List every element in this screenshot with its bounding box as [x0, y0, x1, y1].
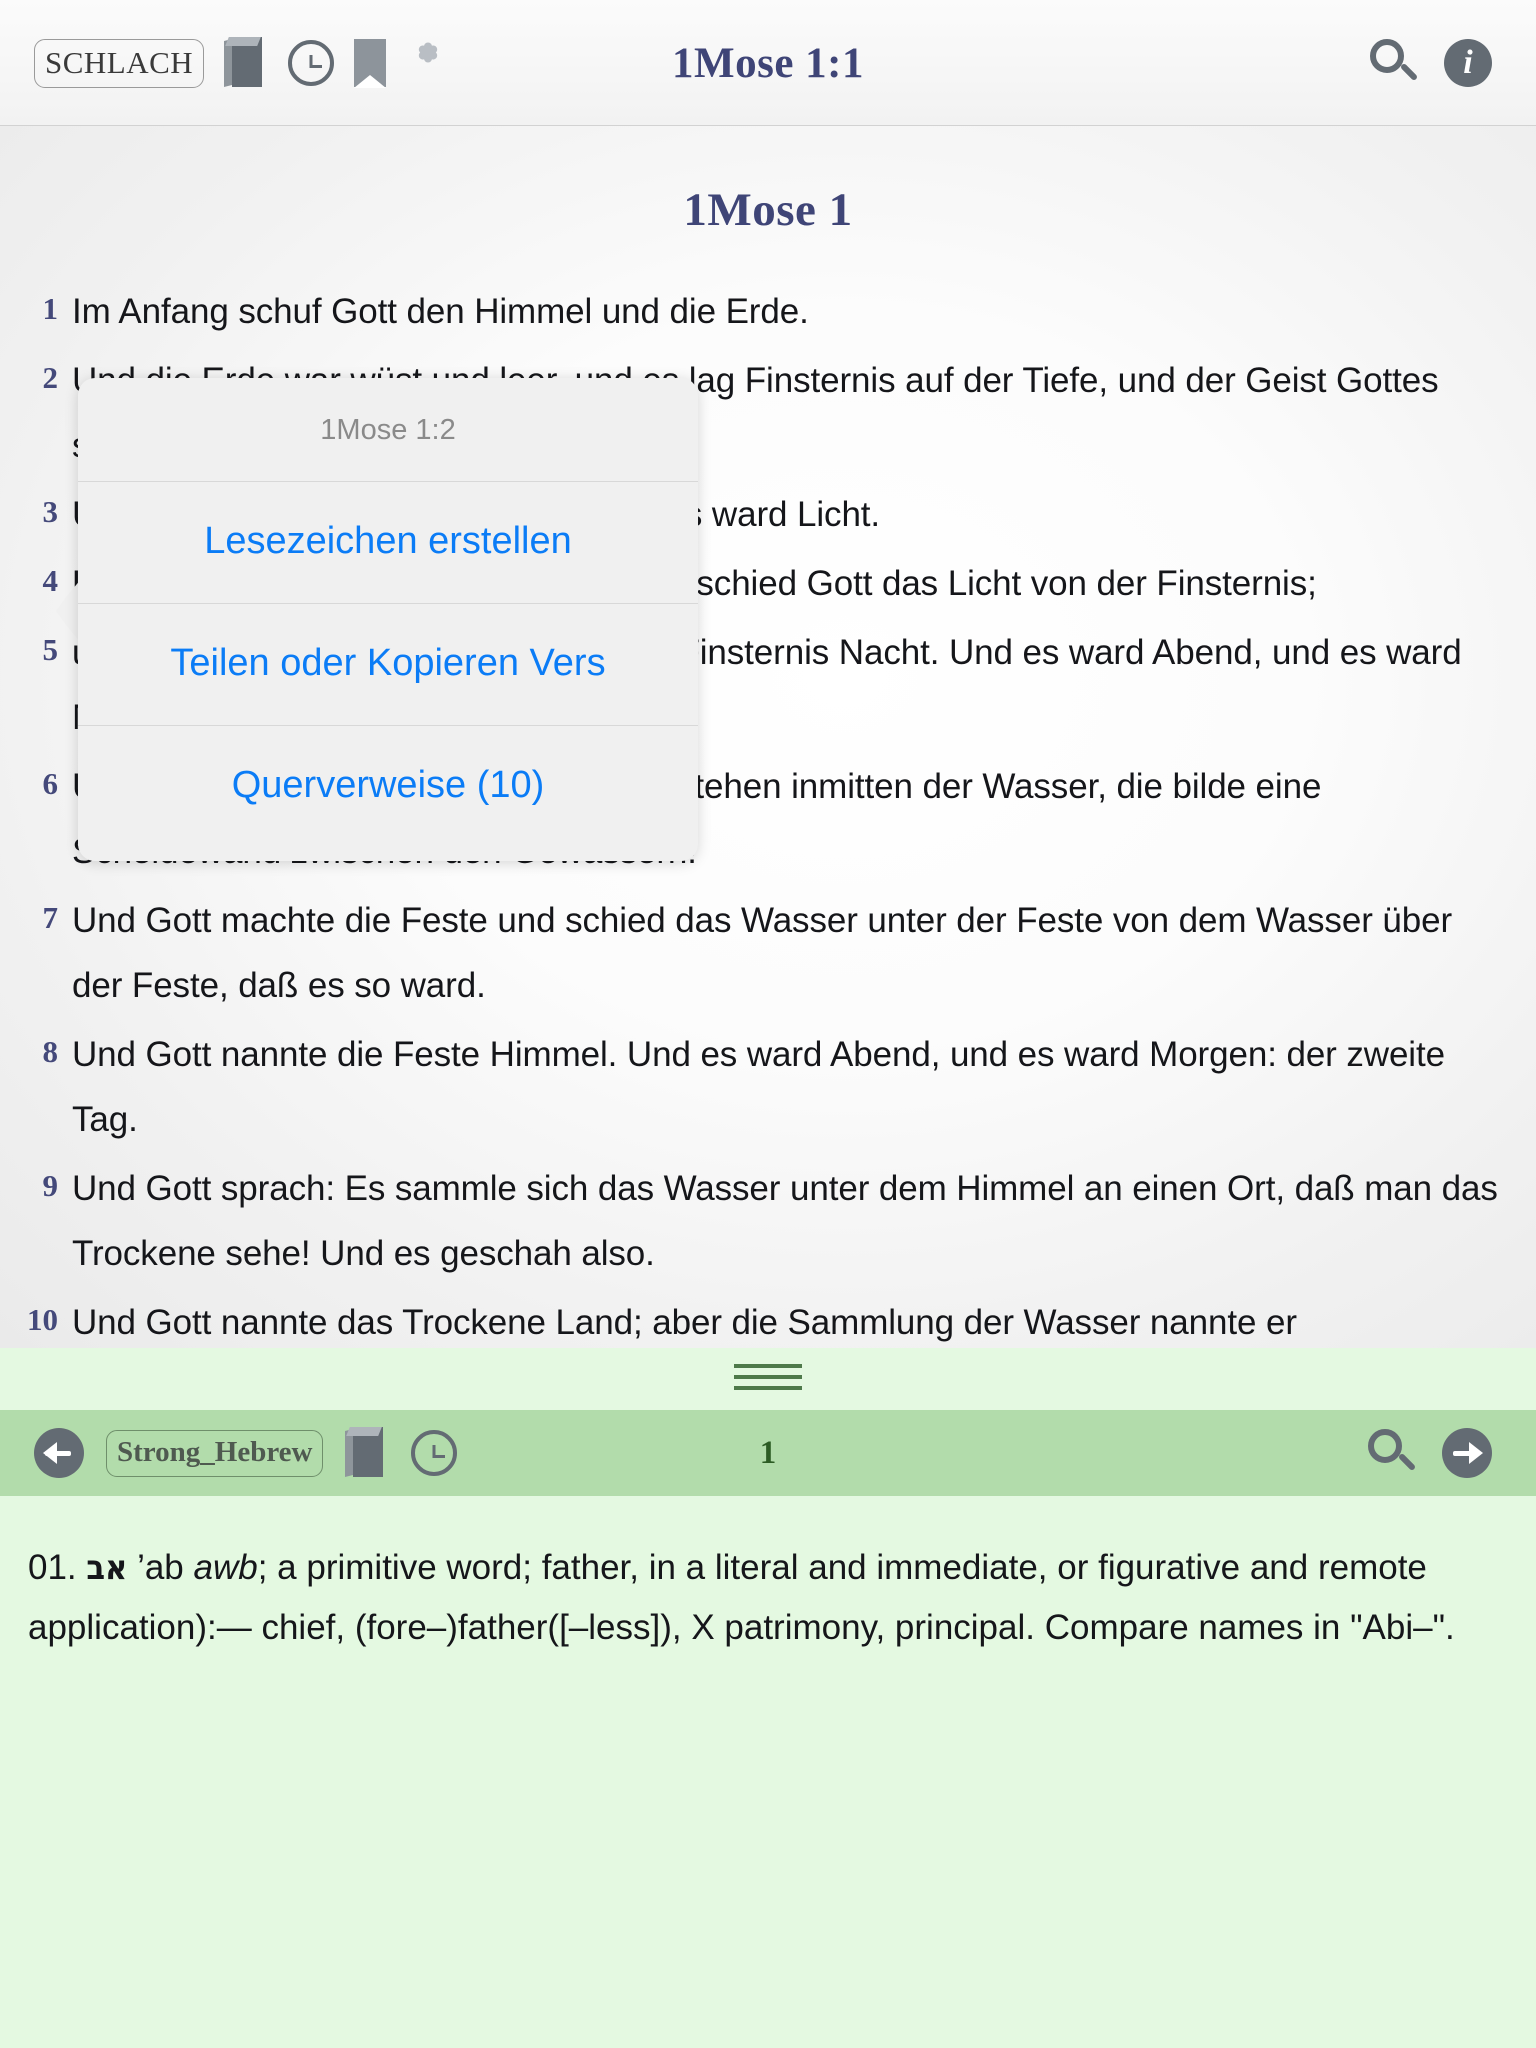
verse-text[interactable]: Und Gott machte die Feste und schied das…: [72, 888, 1510, 1018]
dictionary-module-button[interactable]: Strong_Hebrew: [106, 1429, 324, 1477]
dictionary-pane: Strong_Hebrew 1 01. אב ’ab awb; a primit…: [0, 1410, 1536, 2048]
bible-reading-pane[interactable]: 1Mose 1 1 Im Anfang schuf Gott den Himme…: [0, 126, 1536, 1348]
verse-row[interactable]: 10 Und Gott nannte das Trockene Land; ab…: [0, 1290, 1510, 1348]
chapter-title: 1Mose 1: [683, 184, 853, 236]
verse-row[interactable]: 1 Im Anfang schuf Gott den Himmel und di…: [0, 279, 1510, 344]
bookmark-icon[interactable]: [354, 39, 387, 88]
top-toolbar: SCHLACH 1Mose 1:1 i: [0, 0, 1536, 126]
dictionary-toolbar: Strong_Hebrew 1: [0, 1410, 1536, 1496]
entry-transliteration: ’ab: [137, 1548, 184, 1587]
verse-number[interactable]: 10: [0, 1290, 72, 1338]
bible-version-button[interactable]: SCHLACH: [34, 38, 205, 88]
top-toolbar-left-group: SCHLACH: [34, 0, 450, 126]
verse-text[interactable]: Und Gott nannte das Trockene Land; aber …: [72, 1290, 1510, 1348]
back-arrow-icon[interactable]: [34, 1428, 84, 1478]
entry-pronunciation: awb: [193, 1548, 258, 1587]
dictionary-entry[interactable]: 01. אב ’ab awb; a primitive word; father…: [0, 1496, 1536, 1657]
popup-item-create-bookmark[interactable]: Lesezeichen erstellen: [78, 482, 698, 604]
dictionary-toolbar-left-group: Strong_Hebrew: [34, 1410, 458, 1496]
entry-hebrew-word: אב: [86, 1548, 128, 1588]
verse-action-popup[interactable]: 1Mose 1:2 Lesezeichen erstellen Teilen o…: [78, 378, 698, 861]
popup-title: 1Mose 1:2: [78, 378, 698, 482]
verse-number[interactable]: 8: [0, 1022, 72, 1070]
verse-number[interactable]: 2: [0, 348, 72, 396]
drag-handle-icon[interactable]: [734, 1364, 802, 1394]
verse-number[interactable]: 9: [0, 1156, 72, 1204]
verse-number[interactable]: 1: [0, 279, 72, 327]
verse-text[interactable]: Im Anfang schuf Gott den Himmel und die …: [72, 279, 1510, 344]
popup-item-share-or-copy-verse[interactable]: Teilen oder Kopieren Vers: [78, 604, 698, 726]
verse-row[interactable]: 9 Und Gott sprach: Es sammle sich das Wa…: [0, 1156, 1510, 1286]
history-clock-icon[interactable]: [288, 40, 335, 86]
book-icon[interactable]: [345, 1427, 389, 1479]
pane-resize-strip[interactable]: [0, 1348, 1536, 1410]
search-icon[interactable]: [1368, 1429, 1417, 1477]
verse-text[interactable]: Und Gott sprach: Es sammle sich das Wass…: [72, 1156, 1510, 1286]
info-icon[interactable]: i: [1444, 39, 1492, 87]
verse-number[interactable]: 3: [0, 482, 72, 530]
entry-number: 01.: [28, 1548, 77, 1587]
verse-row[interactable]: 8 Und Gott nannte die Feste Himmel. Und …: [0, 1022, 1510, 1152]
verse-row[interactable]: 7 Und Gott machte die Feste und schied d…: [0, 888, 1510, 1018]
verse-text[interactable]: Und Gott nannte die Feste Himmel. Und es…: [72, 1022, 1510, 1152]
dictionary-toolbar-right-group: [1368, 1410, 1492, 1496]
asterisk-icon[interactable]: [406, 41, 450, 85]
book-icon[interactable]: [224, 37, 268, 89]
verse-number[interactable]: 7: [0, 888, 72, 936]
verse-number[interactable]: 6: [0, 754, 72, 802]
popup-item-cross-references[interactable]: Querverweise (10): [78, 726, 698, 861]
verse-number[interactable]: 5: [0, 620, 72, 668]
history-clock-icon[interactable]: [411, 1430, 458, 1476]
verse-number[interactable]: 4: [0, 551, 72, 599]
forward-arrow-icon[interactable]: [1442, 1428, 1492, 1478]
search-icon[interactable]: [1370, 39, 1419, 87]
top-toolbar-right-group: i: [1370, 0, 1492, 126]
